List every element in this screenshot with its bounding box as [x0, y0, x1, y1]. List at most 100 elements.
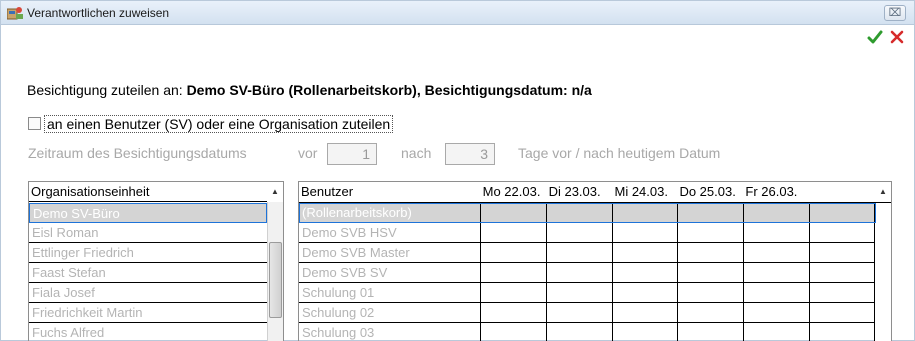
assignment-prefix: Besichtigung zuteilen an:	[27, 82, 187, 98]
day-cell[interactable]	[742, 282, 810, 303]
scroll-gutter-cell	[874, 222, 891, 242]
day-column-header[interactable]: Do 25.03.	[677, 182, 744, 203]
scroll-gutter-cell	[874, 262, 891, 282]
day-cell[interactable]	[676, 302, 744, 323]
day-cell[interactable]	[742, 222, 810, 243]
day-cell[interactable]	[612, 262, 678, 283]
day-cell[interactable]	[546, 322, 613, 341]
day-cell[interactable]	[612, 302, 678, 323]
organisation-row[interactable]: Friedrichkeit Martin	[29, 303, 267, 323]
day-cell[interactable]	[808, 222, 876, 243]
window-close-button[interactable]: ⌧	[884, 5, 906, 21]
organisation-row[interactable]: Faast Stefan	[29, 263, 267, 283]
day-cell[interactable]	[546, 262, 613, 283]
day-cell[interactable]	[546, 302, 613, 323]
period-suffix: Tage vor / nach heutigem Datum	[518, 145, 721, 161]
day-column-header[interactable]	[809, 182, 875, 203]
scroll-gutter-cell	[874, 202, 891, 222]
day-column-header[interactable]: Mi 24.03.	[612, 182, 678, 203]
organisation-scrollbar[interactable]	[267, 202, 283, 341]
day-cell[interactable]	[676, 202, 744, 223]
day-cell[interactable]	[808, 322, 876, 341]
day-cell[interactable]	[808, 202, 876, 223]
user-name-cell[interactable]: Demo SVB SV	[299, 262, 482, 283]
scroll-gutter-cell	[874, 282, 891, 302]
day-cell[interactable]	[612, 222, 678, 243]
day-cell[interactable]	[808, 302, 876, 323]
day-column-header[interactable]: Fr 26.03.	[743, 182, 810, 203]
user-name-cell[interactable]: Schulung 02	[299, 302, 482, 323]
day-cell[interactable]	[808, 262, 876, 283]
scroll-gutter-cell	[874, 322, 891, 341]
organisation-list[interactable]: Organisationseinheit ▲ Demo SV-Büro Eisl …	[28, 181, 284, 341]
check-icon[interactable]	[867, 29, 883, 45]
cancel-icon[interactable]	[889, 29, 905, 45]
window-title: Verantwortlichen zuweisen	[27, 6, 170, 20]
organisation-header[interactable]: Organisationseinheit	[29, 182, 267, 202]
assignment-target: Demo SV-Büro (Rollenarbeitskorb), Besich…	[186, 82, 592, 98]
user-name-cell[interactable]: (Rollenarbeitskorb)	[299, 202, 482, 223]
scroll-gutter-cell	[874, 242, 891, 262]
before-label: vor	[298, 145, 318, 161]
period-label: Zeitraum des Besichtigungsdatums	[28, 145, 247, 161]
user-name-cell[interactable]: Schulung 01	[299, 282, 482, 303]
user-row[interactable]: Schulung 03	[299, 322, 891, 341]
day-cell[interactable]	[742, 302, 810, 323]
user-row[interactable]: (Rollenarbeitskorb)	[299, 202, 891, 223]
day-cell[interactable]	[742, 202, 810, 223]
day-cell[interactable]	[742, 262, 810, 283]
day-cell[interactable]	[480, 282, 548, 303]
day-cell[interactable]	[612, 322, 678, 341]
day-cell[interactable]	[742, 242, 810, 263]
scrollbar-thumb[interactable]	[269, 242, 282, 318]
day-cell[interactable]	[612, 282, 678, 303]
sort-ascending-icon[interactable]: ▲	[267, 182, 283, 202]
day-cell[interactable]	[480, 222, 548, 243]
grid-header-row: Benutzer Mo 22.03. Di 23.03. Mi 24.03. Do 25…	[299, 182, 891, 203]
day-cell[interactable]	[480, 202, 548, 223]
user-row[interactable]: Demo SVB HSV	[299, 222, 891, 243]
day-cell[interactable]	[676, 282, 744, 303]
day-cell[interactable]	[612, 242, 678, 263]
before-days-input[interactable]: 1	[327, 143, 377, 165]
day-cell[interactable]	[676, 242, 744, 263]
organisation-row[interactable]: Fiala Josef	[29, 283, 267, 303]
sort-ascending-icon[interactable]: ▲	[875, 182, 891, 202]
checkbox-box[interactable]	[28, 117, 41, 130]
day-cell[interactable]	[808, 242, 876, 263]
checkbox-label[interactable]: an einen Benutzer (SV) oder eine Organis…	[44, 115, 394, 133]
app-icon	[6, 6, 23, 20]
user-name-cell[interactable]: Demo SVB Master	[299, 242, 482, 263]
day-cell[interactable]	[676, 322, 744, 341]
day-column-header[interactable]: Di 23.03.	[546, 182, 613, 203]
assignment-info: Besichtigung zuteilen an: Demo SV-Büro (…	[27, 82, 592, 98]
organisation-rows: Demo SV-Büro Eisl Roman Ettlinger Friedric…	[29, 203, 267, 341]
day-cell[interactable]	[480, 262, 548, 283]
organisation-row[interactable]: Ettlinger Friedrich	[29, 243, 267, 263]
user-name-cell[interactable]: Demo SVB HSV	[299, 222, 482, 243]
user-row[interactable]: Schulung 02	[299, 302, 891, 323]
day-cell[interactable]	[546, 282, 613, 303]
day-cell[interactable]	[546, 242, 613, 263]
organisation-row[interactable]: Demo SV-Büro	[29, 203, 267, 223]
organisation-row[interactable]: Fuchs Alfred	[29, 323, 267, 341]
day-column-header[interactable]: Mo 22.03.	[480, 182, 547, 203]
user-row[interactable]: Demo SVB SV	[299, 262, 891, 283]
day-cell[interactable]	[480, 302, 548, 323]
day-cell[interactable]	[546, 202, 613, 223]
day-cell[interactable]	[612, 202, 678, 223]
organisation-row[interactable]: Eisl Roman	[29, 223, 267, 243]
user-name-cell[interactable]: Schulung 03	[299, 322, 482, 341]
user-row[interactable]: Schulung 01	[299, 282, 891, 303]
day-cell[interactable]	[480, 242, 548, 263]
day-cell[interactable]	[676, 222, 744, 243]
day-cell[interactable]	[742, 322, 810, 341]
after-days-input[interactable]: 3	[445, 143, 495, 165]
user-row[interactable]: Demo SVB Master	[299, 242, 891, 263]
day-cell[interactable]	[546, 222, 613, 243]
day-cell[interactable]	[676, 262, 744, 283]
user-schedule-grid[interactable]: Benutzer Mo 22.03. Di 23.03. Mi 24.03. Do 25…	[298, 181, 892, 341]
day-cell[interactable]	[480, 322, 548, 341]
user-column-header[interactable]: Benutzer	[299, 182, 481, 203]
day-cell[interactable]	[808, 282, 876, 303]
